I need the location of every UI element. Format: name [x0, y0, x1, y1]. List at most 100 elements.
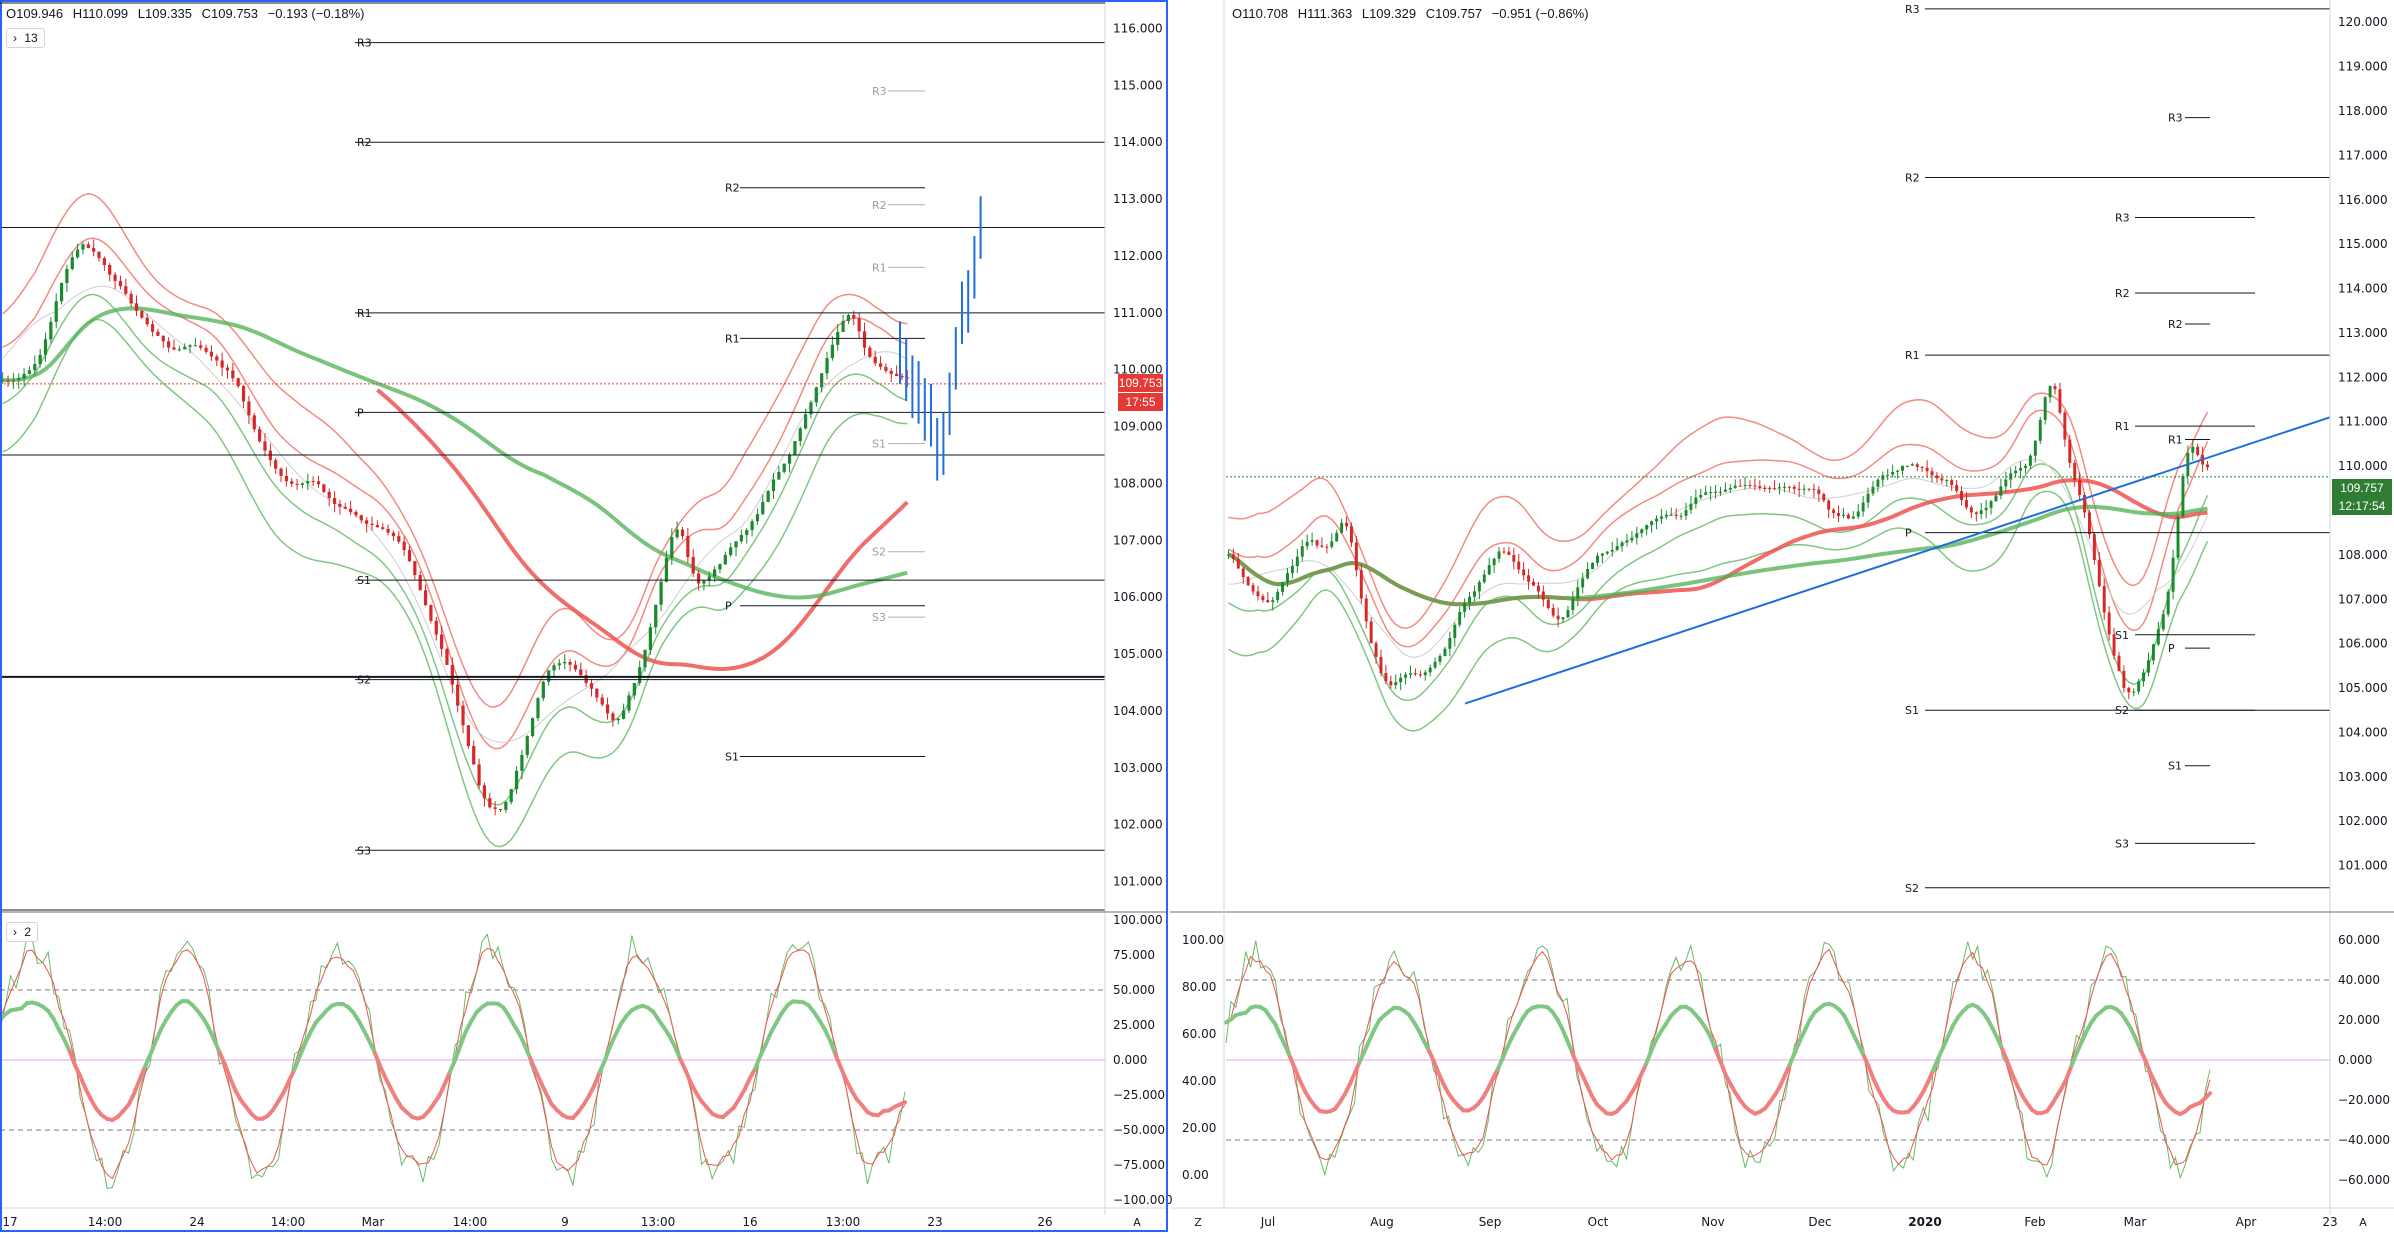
right-candle-body — [1965, 500, 1968, 507]
left-candle-body — [526, 736, 529, 755]
right-candle-body — [1547, 600, 1550, 608]
right-candle-body — [1616, 546, 1619, 550]
left-candle-body — [419, 575, 422, 590]
right-candle-body — [1793, 487, 1796, 489]
right-candle-body — [1916, 464, 1919, 467]
left-pivot-major-label-s3: S3 — [357, 844, 371, 857]
right-lower-band-outer — [1229, 491, 2208, 730]
left-osc-tick: −50.000 — [1113, 1123, 1165, 1137]
left-time-axis: 1714:002414:00Mar14:00913:001613:002326A — [0, 1208, 1168, 1229]
right-candle-body — [1566, 610, 1569, 617]
right-candle-body — [1384, 673, 1387, 681]
left-osc-trend — [295, 1056, 300, 1069]
right-pivot-major-label-r2: R2 — [1905, 172, 1920, 185]
left-candle-body — [194, 345, 197, 346]
right-pivot-mid-label-s1: S1 — [2115, 629, 2129, 642]
left-x-label: 17 — [2, 1215, 17, 1229]
right-pivot-small-label-s1: S1 — [2168, 760, 2182, 773]
left-candle-body — [697, 573, 700, 583]
right-candle-body — [1237, 559, 1240, 568]
right-candle-body — [1739, 486, 1742, 487]
right-osc-trend — [2067, 1066, 2072, 1079]
right-candle-body — [1955, 485, 1958, 491]
left-candle-body — [386, 529, 389, 533]
right-osc-tick: −40.000 — [2338, 1133, 2390, 1147]
left-pivot-major-label-r2: R2 — [357, 136, 372, 149]
right-candle-body — [1896, 471, 1899, 472]
left-candle-body — [333, 498, 336, 504]
left-candle-body — [895, 374, 898, 376]
left-candle-body — [665, 558, 668, 582]
right-candle-body — [1921, 467, 1924, 468]
right-candle-body — [1753, 485, 1756, 486]
right-candle-body — [1881, 475, 1884, 480]
right-osc-tick: 20.000 — [2338, 1013, 2380, 1027]
left-osc-count: 2 — [24, 925, 31, 939]
left-candle-body — [39, 355, 42, 364]
chart-canvas[interactable]: R3R2R1PS1S2S3R2R1PS1R3R2R1S1S2S3116.0001… — [0, 0, 2394, 1234]
left-pivot-grey-label-r1: R1 — [872, 261, 887, 274]
left-candle-body — [654, 605, 657, 628]
left-osc-trend — [230, 1078, 235, 1090]
left-candle-body — [627, 695, 630, 710]
left-pivot-grey-label-r2: R2 — [872, 199, 887, 212]
left-osc-toggle[interactable]: › 2 — [6, 922, 38, 942]
right-candle-body — [1448, 638, 1451, 649]
right-candle-body — [1463, 603, 1466, 612]
left-candle-body — [71, 257, 74, 269]
right-candle-body — [1247, 577, 1250, 585]
left-ohlc-open: O109.946 — [6, 6, 63, 21]
right-candle-body — [1876, 480, 1879, 487]
right-candle-body — [1503, 551, 1506, 552]
right-candle-body — [1763, 488, 1766, 489]
left-x-label: 23 — [927, 1215, 942, 1229]
right-candle-body — [1862, 502, 1865, 511]
left-osc-trend — [835, 1055, 840, 1068]
left-candle-body — [231, 370, 234, 378]
chart-workspace: R3R2R1PS1S2S3R2R1PS1R3R2R1S1S2S3116.0001… — [0, 0, 2394, 1234]
right-candle-body — [1990, 501, 1993, 508]
left-y-tick: 111.000 — [1113, 306, 1163, 320]
right-candle-body — [1404, 675, 1407, 678]
left-lower-band-inner — [3, 294, 908, 805]
left-candle-body — [692, 557, 695, 573]
right-candle-body — [1512, 555, 1515, 562]
right-y-tick: 101.000 — [2338, 859, 2388, 873]
right-candle-body — [1891, 472, 1894, 475]
left-indicator-toggle[interactable]: › 13 — [6, 28, 45, 48]
right-candle-body — [1473, 591, 1476, 596]
left-x-label: 14:00 — [88, 1215, 123, 1229]
left-candle-body — [515, 771, 518, 789]
left-candle-body — [354, 512, 357, 515]
left-candle-body — [638, 667, 641, 683]
left-candle-body — [413, 561, 416, 575]
left-candle-body — [435, 621, 438, 635]
right-candle-body — [1655, 519, 1658, 522]
right-y-tick: 113.000 — [2338, 326, 2388, 340]
right-x-label: Apr — [2236, 1215, 2257, 1229]
left-candle-body — [408, 550, 411, 561]
right-candle-body — [2206, 465, 2209, 468]
left-x-label: 24 — [189, 1215, 204, 1229]
left-candle-body — [381, 527, 384, 529]
left-candle-body — [686, 536, 689, 557]
right-candle-body — [2108, 612, 2111, 634]
left-pivot-major-label-p: P — [357, 406, 364, 419]
left-countdown-badge: 17:55 — [1118, 393, 1163, 411]
left-osc-tick: −25.000 — [1113, 1088, 1165, 1102]
right-x-label: Feb — [2024, 1215, 2045, 1229]
left-candle-body — [253, 415, 256, 429]
left-chart[interactable]: R3R2R1PS1S2S3R2R1PS1R3R2R1S1S2S3116.0001… — [0, 0, 1173, 1229]
left-candle-body — [295, 484, 298, 485]
right-candle-body — [1399, 678, 1402, 682]
right-chart[interactable]: R3R2R1PS1S2R3R2R1S1S2S3R3R2R1PS1120.0001… — [1170, 0, 2394, 1229]
right-pivot-major-label-r1: R1 — [1905, 349, 1920, 362]
left-candle-body — [750, 521, 753, 530]
left-candle-body — [847, 315, 850, 321]
right-candle-body — [2152, 644, 2155, 660]
left-osc-trend — [150, 1042, 155, 1055]
right-candle-body — [1650, 521, 1653, 525]
left-candle-body — [681, 530, 684, 537]
right-candle-body — [1266, 600, 1269, 602]
right-candle-body — [1852, 517, 1855, 519]
